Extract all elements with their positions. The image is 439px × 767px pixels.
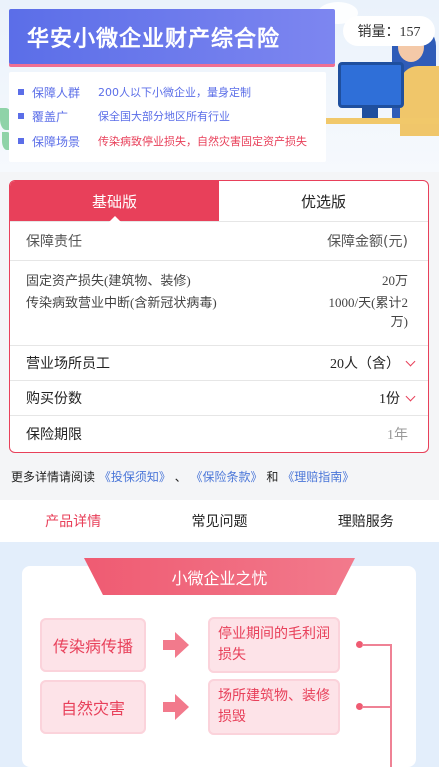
more-info-line: 更多详情请阅读 《投保须知》 、 《保险条款》 和 《理赔指南》 [11, 468, 354, 485]
arrow-right-icon [163, 694, 189, 720]
connector-line [362, 706, 390, 708]
coverage-amount: 20万 [381, 273, 408, 288]
employee-count-selector[interactable]: 营业场所员工 20人（含） [10, 346, 428, 381]
tab-faq[interactable]: 常见问题 [146, 500, 292, 542]
product-title-box: 华安小微企业财产综合险 [9, 9, 335, 64]
insurance-period-label: 保险期限 [26, 426, 82, 443]
worry-effect: 场所建筑物、装修损毁 [208, 679, 340, 735]
chevron-down-icon[interactable] [405, 391, 416, 401]
tab-product-details[interactable]: 产品详情 [0, 500, 146, 542]
highlight-value: 200人以下小微企业，量身定制 [98, 86, 251, 99]
hero-banner: 华安小微企业财产综合险 销量：157 保障人群 200人以下小微企业，量身定制 … [0, 0, 439, 172]
coverage-name: 固定资产损失(建筑物、装修) [26, 273, 191, 288]
arrow-right-icon [163, 632, 189, 658]
worry-cause: 传染病传播 [40, 618, 146, 672]
insurance-period-row: 保险期限 1年 [10, 416, 428, 451]
worry-effect: 停业期间的毛利润损失 [208, 617, 340, 673]
coverage-header-left: 保障责任 [26, 234, 82, 250]
employee-count-label: 营业场所员工 [26, 356, 110, 372]
worry-title: 小微企业之忧 [84, 558, 355, 595]
more-info-prefix: 更多详情请阅读 [11, 470, 96, 484]
link-policy-notice[interactable]: 《投保须知》 [99, 470, 171, 484]
highlight-key: 覆盖广 [32, 109, 69, 124]
tab-premium-plan[interactable]: 优选版 [219, 181, 428, 221]
coverage-list: 固定资产损失(建筑物、装修) 20万 传染病致营业中断(含新冠状病毒) 1000… [10, 261, 428, 346]
connector-line [390, 644, 392, 767]
connector-line [362, 644, 390, 646]
sales-count: 销量：157 [343, 16, 435, 46]
quantity-value-wrap[interactable]: 1份 [379, 388, 416, 408]
highlight-key: 保障人群 [32, 85, 81, 100]
quantity-selector[interactable]: 购买份数 1份 [10, 381, 428, 416]
highlight-row: 覆盖广 保全国大部分地区所有行业 [18, 107, 230, 125]
highlight-key: 保障场景 [32, 134, 81, 149]
coverage-item: 传染病致营业中断(含新冠状病毒) 1000/天(累计2万) [26, 293, 408, 331]
plan-card: 基础版 优选版 保障责任 保障金额(元) 固定资产损失(建筑物、装修) 20万 … [9, 180, 429, 453]
tab-basic-plan[interactable]: 基础版 [10, 181, 219, 222]
highlight-value: 保全国大部分地区所有行业 [98, 110, 230, 123]
illustration-desk [324, 118, 439, 124]
product-title: 华安小微企业财产综合险 [27, 27, 281, 52]
plan-tabs: 基础版 优选版 [10, 181, 428, 222]
coverage-header: 保障责任 保障金额(元) [10, 222, 428, 261]
bullet-square-icon [18, 89, 24, 95]
link-policy-terms[interactable]: 《保险条款》 [191, 470, 263, 484]
employee-count-value: 20人（含） [330, 357, 400, 372]
quantity-label: 购买份数 [26, 391, 82, 407]
highlight-row: 保障场景 传染病致停业损失，自然灾害固定资产损失 [18, 132, 307, 150]
tab-claims-service[interactable]: 理赔服务 [293, 500, 439, 542]
detail-tabs: 产品详情 常见问题 理赔服务 [0, 500, 439, 542]
insurance-period-value: 1年 [387, 427, 408, 443]
product-highlights: 保障人群 200人以下小微企业，量身定制 覆盖广 保全国大部分地区所有行业 保障… [9, 72, 326, 162]
illustration-monitor [338, 62, 404, 108]
illustration-body [400, 66, 439, 136]
bullet-square-icon [18, 138, 24, 144]
coverage-item: 固定资产损失(建筑物、装修) 20万 [26, 271, 408, 290]
link-claims-guide[interactable]: 《理赔指南》 [282, 470, 354, 484]
coverage-name: 传染病致营业中断(含新冠状病毒) [26, 295, 217, 310]
coverage-header-right: 保障金额(元) [327, 234, 408, 250]
bullet-square-icon [18, 113, 24, 119]
highlight-row: 保障人群 200人以下小微企业，量身定制 [18, 83, 251, 101]
more-info-and: 和 [266, 470, 279, 484]
coverage-amount: 1000/天(累计2万) [328, 295, 408, 329]
highlight-value: 传染病致停业损失，自然灾害固定资产损失 [98, 135, 307, 148]
worry-cause: 自然灾害 [40, 680, 146, 734]
quantity-value: 1份 [379, 392, 400, 407]
chevron-down-icon[interactable] [405, 356, 416, 366]
more-info-sep: 、 [174, 470, 187, 484]
employee-count-value-wrap[interactable]: 20人（含） [330, 353, 416, 373]
